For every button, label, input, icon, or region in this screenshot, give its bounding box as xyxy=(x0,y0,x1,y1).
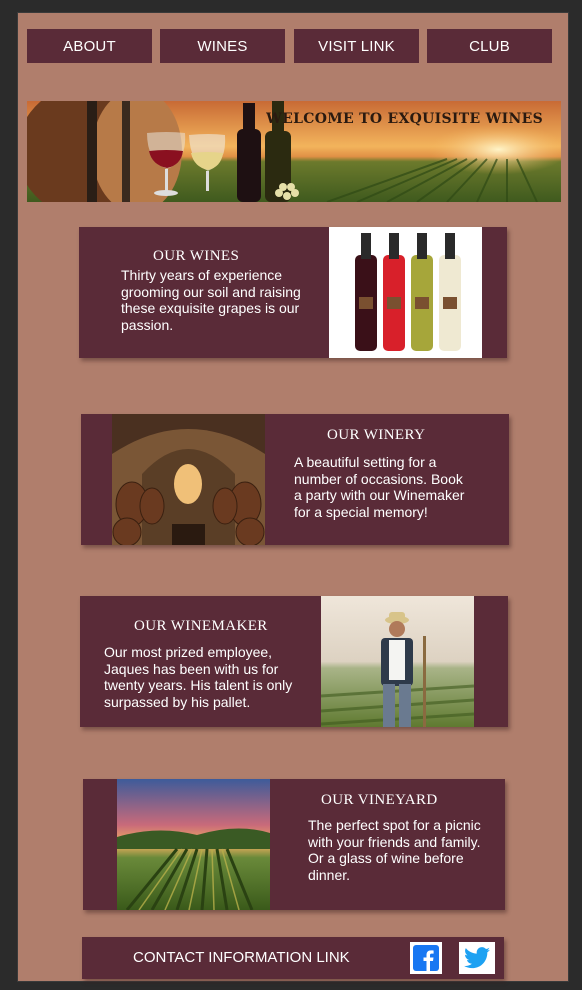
vineyard-section-card: OUR VINEYARD The perfect spot for a picn… xyxy=(83,779,505,910)
vineyard-section-title: OUR VINEYARD xyxy=(321,792,438,808)
wines-section-title: OUR WINES xyxy=(153,248,240,264)
winemaker-section-title: OUR WINEMAKER xyxy=(134,618,268,634)
contact-information-link[interactable]: CONTACT INFORMATION LINK xyxy=(133,949,350,966)
winemaker-section-card: OUR WINEMAKER Our most prized employee, … xyxy=(80,596,508,727)
winemaker-photo xyxy=(321,596,474,727)
wines-section-text: Thirty years of experience grooming our … xyxy=(121,267,301,333)
twitter-icon[interactable] xyxy=(459,942,495,974)
nav-wines-button[interactable]: WINES xyxy=(160,29,285,63)
vineyard-section-text: The perfect spot for a picnic with your … xyxy=(308,817,481,883)
banner-title: WELCOME TO EXQUISITE WINES xyxy=(266,111,543,127)
nav-about-button[interactable]: ABOUT xyxy=(27,29,152,63)
winery-section-title: OUR WINERY xyxy=(327,427,426,443)
winery-section-card: OUR WINERY A beautiful setting for a num… xyxy=(81,414,509,545)
nav-club-button[interactable]: CLUB xyxy=(427,29,552,63)
facebook-icon[interactable] xyxy=(410,942,442,974)
hero-banner: WELCOME TO EXQUISITE WINES xyxy=(27,101,561,202)
page-frame: ABOUT WINES VISIT LINK CLUB WELCOME TO E… xyxy=(17,12,569,982)
vineyard-image xyxy=(117,779,270,910)
wine-bottles-image xyxy=(329,227,482,358)
winery-section-text: A beautiful setting for a number of occa… xyxy=(294,454,465,520)
winemaker-section-text: Our most prized employee, Jaques has bee… xyxy=(104,644,293,710)
main-nav: ABOUT WINES VISIT LINK CLUB xyxy=(27,29,553,63)
nav-visit-link-button[interactable]: VISIT LINK xyxy=(294,29,419,63)
wine-cellar-image xyxy=(112,414,265,545)
wines-section-card: OUR WINES Thirty years of experience gro… xyxy=(79,227,507,358)
contact-bar: CONTACT INFORMATION LINK xyxy=(82,937,504,979)
